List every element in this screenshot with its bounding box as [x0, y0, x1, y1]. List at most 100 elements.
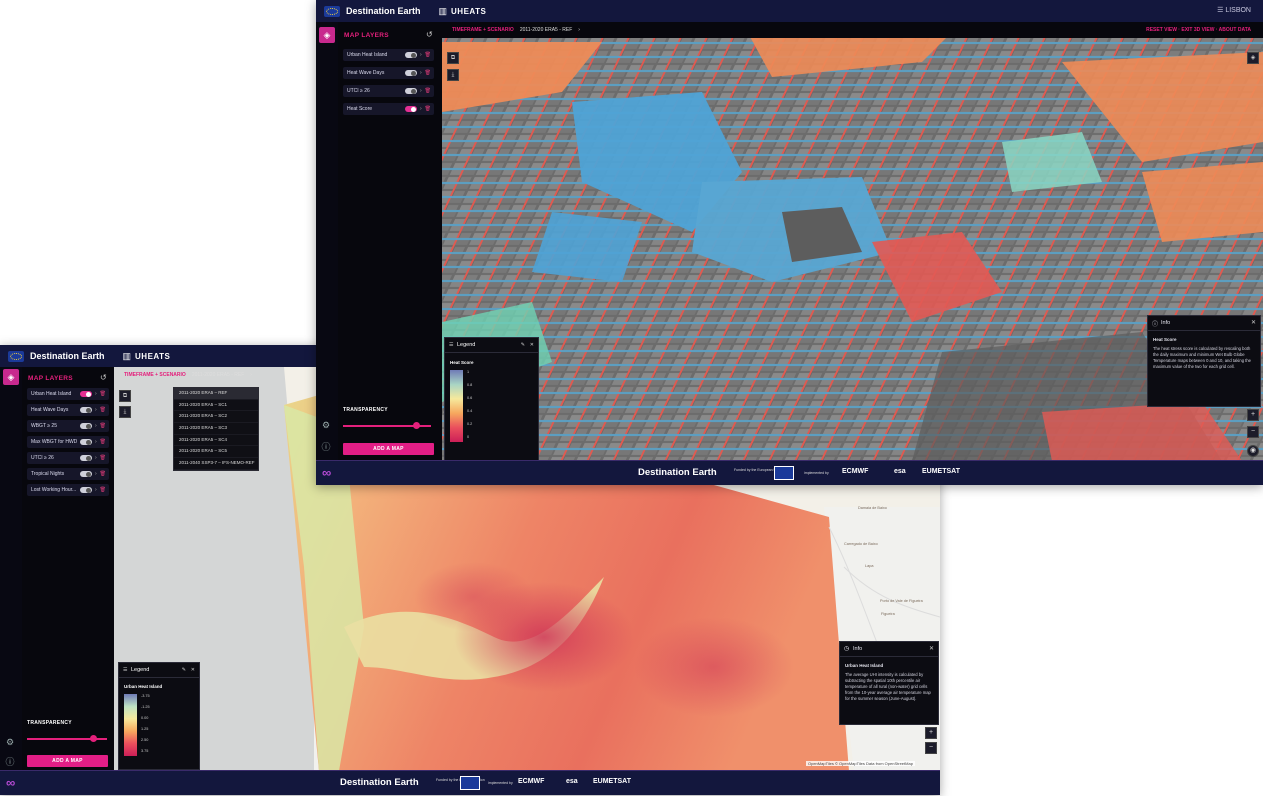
zoom-out-button[interactable]: − — [925, 742, 937, 754]
transparency-label: TRANSPARENCY — [343, 407, 388, 413]
layer-row-urban-heat-island[interactable]: Urban Heat Island › 🗑 — [343, 49, 434, 61]
close-icon[interactable]: ✕ — [1251, 319, 1256, 326]
app-name[interactable]: UHEATS — [451, 7, 486, 16]
chevron-right-icon[interactable]: › — [95, 407, 97, 413]
layer-toggle[interactable] — [79, 391, 92, 397]
copy-icon[interactable]: ⧉ — [119, 390, 131, 402]
zoom-out-button[interactable]: − — [1247, 426, 1259, 438]
map-attribution[interactable]: OpenMapTiles © OpenMapTiles Data from Op… — [806, 761, 915, 766]
dropdown-option[interactable]: 2011-2020 ERA5 – SC1 — [174, 400, 258, 412]
chevron-right-icon[interactable]: › — [95, 471, 97, 477]
layers-icon[interactable]: ◈ — [1247, 52, 1259, 64]
trash-icon[interactable]: 🗑 — [100, 455, 106, 461]
chevron-right-icon[interactable]: › — [420, 88, 422, 94]
layer-row-tropical-nights[interactable]: Tropical Nights › 🗑 — [27, 468, 109, 480]
layer-row-urban-heat-island[interactable]: Urban Heat Island › 🗑 — [27, 388, 109, 400]
add-map-button[interactable]: ADD A MAP — [27, 755, 108, 767]
info-icon[interactable]: ⓘ — [321, 442, 331, 452]
layer-row-utci-26[interactable]: UTCI ≥ 26 › 🗑 — [343, 85, 434, 97]
layer-toggle[interactable] — [404, 52, 417, 58]
layers-icon[interactable]: ◈ — [3, 369, 19, 385]
pencil-icon[interactable]: ✎ — [521, 342, 525, 348]
crumb-current[interactable]: 2011-2020 ERA5 - REF — [520, 27, 572, 33]
info-header: ◷ Info ✕ — [840, 642, 938, 657]
chevron-right-icon[interactable]: › — [420, 52, 422, 58]
layer-row-lost-working-hours[interactable]: Lost Working Hour... › 🗑 — [27, 484, 109, 496]
trash-icon[interactable]: 🗑 — [425, 106, 431, 112]
history-icon[interactable]: ↺ — [100, 373, 107, 382]
layer-toggle[interactable] — [79, 487, 92, 493]
layer-row-max-wbgt[interactable]: Max WBGT for HWD › 🗑 — [27, 436, 109, 448]
close-icon[interactable]: ✕ — [530, 342, 534, 348]
chevron-right-icon[interactable]: › — [420, 70, 422, 76]
trash-icon[interactable]: 🗑 — [100, 471, 106, 477]
transparency-slider-handle[interactable] — [413, 422, 420, 429]
layer-toggle[interactable] — [404, 88, 417, 94]
chevron-right-icon[interactable]: › — [578, 27, 580, 33]
settings-icon[interactable]: ⚙ — [5, 737, 15, 747]
legend-tick: 1 — [467, 370, 470, 374]
dropdown-option[interactable]: 2011-2020 ERA5 – SC3 — [174, 423, 258, 435]
zoom-in-button[interactable]: + — [925, 727, 937, 739]
layers-icon[interactable]: ◈ — [319, 27, 335, 43]
trash-icon[interactable]: 🗑 — [100, 439, 106, 445]
legend-tick: 0 — [467, 435, 470, 439]
chevron-right-icon[interactable]: › — [95, 487, 97, 493]
chevron-right-icon[interactable]: › — [95, 423, 97, 429]
settings-icon[interactable]: ⚙ — [321, 420, 331, 430]
destine-logo-icon: ∞ — [6, 775, 16, 790]
ecmwf-logo: ECMWF — [518, 778, 545, 785]
crumb-scenario-label: TIMEFRAME + SCENARIO — [124, 372, 186, 378]
transparency-slider-handle[interactable] — [90, 735, 97, 742]
pencil-icon[interactable]: ✎ — [182, 667, 186, 673]
copy-icon[interactable]: ⧉ — [447, 52, 459, 64]
download-icon[interactable]: ⤓ — [119, 406, 131, 418]
chevron-right-icon[interactable]: › — [420, 106, 422, 112]
history-icon[interactable]: ↺ — [426, 30, 433, 39]
chevron-right-icon[interactable]: › — [95, 439, 97, 445]
dropdown-option[interactable]: 2011-2040 SSP3-7 – IFS-NEMO-REF — [174, 458, 258, 470]
app-name[interactable]: UHEATS — [135, 352, 170, 361]
dropdown-option[interactable]: 2011-2020 ERA5 – SC4 — [174, 435, 258, 447]
dropdown-option[interactable]: 2011-2020 ERA5 – SC5 — [174, 446, 258, 459]
layer-toggle[interactable] — [79, 423, 92, 429]
close-icon[interactable]: ✕ — [929, 645, 934, 652]
layer-row-wbgt-25[interactable]: WBGT ≥ 25 › 🗑 — [27, 420, 109, 432]
close-icon[interactable]: ✕ — [191, 667, 195, 673]
crumb-current[interactable]: 2011-2020 ERA5 - REF — [192, 372, 244, 378]
layer-toggle[interactable] — [79, 407, 92, 413]
trash-icon[interactable]: 🗑 — [100, 391, 106, 397]
zoom-in-button[interactable]: + — [1247, 409, 1259, 421]
download-icon[interactable]: ⤓ — [447, 69, 459, 81]
dropdown-option[interactable]: 2011-2020 ERA5 – REF — [174, 388, 258, 400]
dropdown-option[interactable]: 2011-2020 ERA5 – SC2 — [174, 411, 258, 424]
layer-toggle[interactable] — [79, 439, 92, 445]
layer-toggle[interactable] — [79, 455, 92, 461]
view-controls[interactable]: RESET VIEW · EXIT 3D VIEW · ABOUT DATA — [1146, 27, 1251, 33]
compass-icon[interactable]: ◉ — [1247, 445, 1259, 457]
chevron-right-icon[interactable]: › — [250, 372, 252, 378]
map-3d[interactable]: TIMEFRAME + SCENARIO 2011-2020 ERA5 - RE… — [442, 22, 1263, 461]
info-icon[interactable]: ⓘ — [5, 757, 15, 767]
city-menu[interactable]: ☰ LISBON — [1217, 6, 1251, 14]
trash-icon[interactable]: 🗑 — [425, 70, 431, 76]
chevron-right-icon[interactable]: › — [95, 391, 97, 397]
layer-toggle[interactable] — [404, 70, 417, 76]
chevron-right-icon[interactable]: › — [95, 455, 97, 461]
layer-row-heat-wave-days[interactable]: Heat Wave Days › 🗑 — [343, 67, 434, 79]
info-icon: ⓘ — [1152, 322, 1159, 328]
trash-icon[interactable]: 🗑 — [425, 52, 431, 58]
layer-toggle[interactable] — [79, 471, 92, 477]
layer-row-utci-26[interactable]: UTCI ≥ 26 › 🗑 — [27, 452, 109, 464]
trash-icon[interactable]: 🗑 — [100, 423, 106, 429]
layer-row-heat-score[interactable]: Heat Score › 🗑 — [343, 103, 434, 115]
map-canvas-3d[interactable] — [442, 22, 1263, 461]
trash-icon[interactable]: 🗑 — [100, 487, 106, 493]
trash-icon[interactable]: 🗑 — [100, 407, 106, 413]
scenario-dropdown[interactable]: 2011-2020 ERA5 – REF 2011-2020 ERA5 – SC… — [173, 387, 259, 471]
add-map-button[interactable]: ADD A MAP — [343, 443, 434, 455]
layer-toggle[interactable] — [404, 106, 417, 112]
footer: ∞ Destination Earth Funded by the Europe… — [0, 770, 940, 795]
layer-row-heat-wave-days[interactable]: Heat Wave Days › 🗑 — [27, 404, 109, 416]
trash-icon[interactable]: 🗑 — [425, 88, 431, 94]
